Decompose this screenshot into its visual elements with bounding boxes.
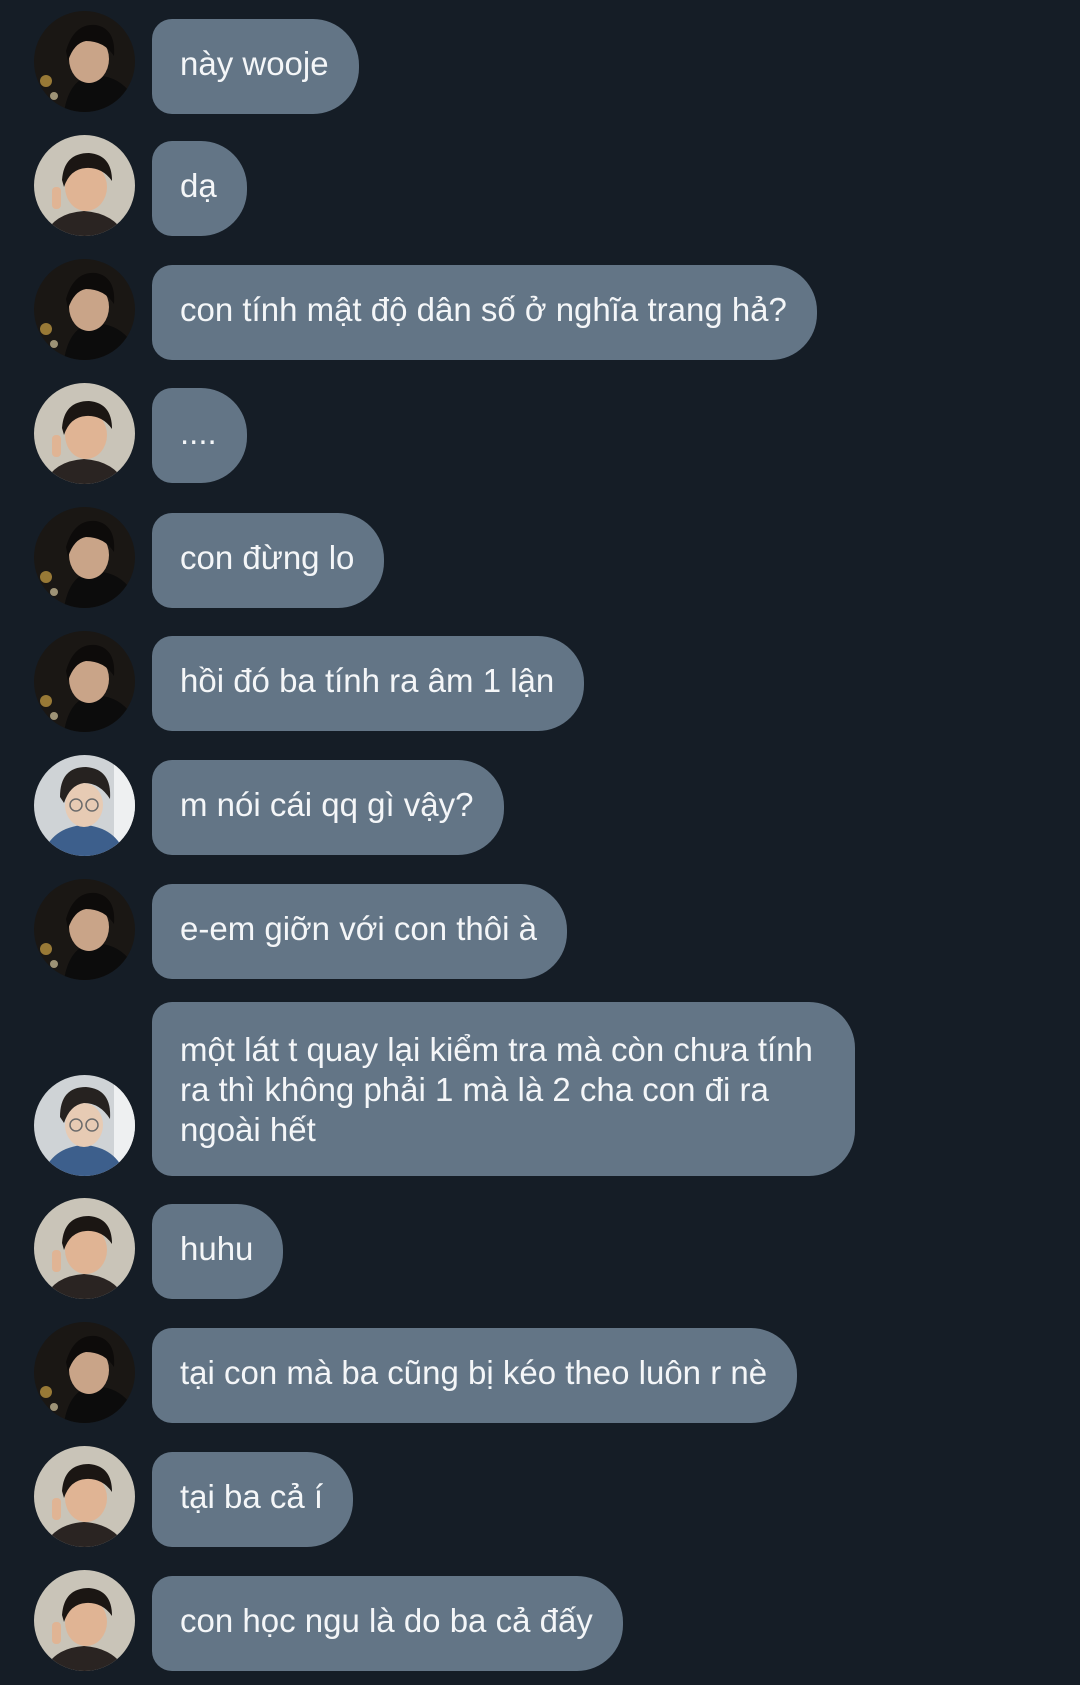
dad-avatar-icon[interactable] [34,259,135,360]
message-bubble[interactable]: .... [152,388,247,483]
message-bubble[interactable]: con đừng lo [152,513,385,608]
kid-avatar-icon[interactable] [34,1198,135,1299]
dad-avatar-icon[interactable] [34,1322,135,1423]
message-bubble[interactable]: m nói cái qq gì vậy? [152,760,504,855]
dad-avatar-icon[interactable] [34,879,135,980]
dad-avatar-icon[interactable] [34,507,135,608]
message-bubble[interactable]: này wooje [152,19,359,114]
message-bubble[interactable]: con tính mật độ dân số ở nghĩa trang hả? [152,265,817,360]
other-avatar-icon[interactable] [34,1075,135,1176]
message-bubble[interactable]: huhu [152,1204,284,1299]
other-avatar-icon[interactable] [34,755,135,856]
kid-avatar-icon[interactable] [34,383,135,484]
message-bubble[interactable]: e-em giỡn với con thôi à [152,884,567,979]
dad-avatar-icon[interactable] [34,11,135,112]
message-bubble[interactable]: tại con mà ba cũng bị kéo theo luôn r nè [152,1328,798,1423]
kid-avatar-icon[interactable] [34,1570,135,1671]
message-bubble[interactable]: con học ngu là do ba cả đấy [152,1576,623,1671]
message-bubble[interactable]: một lát t quay lại kiểm tra mà còn chưa … [152,1002,855,1176]
chat-thread: này wooje dạ con tính mật độ dân số ở ng… [0,0,1080,1685]
kid-avatar-icon[interactable] [34,135,135,236]
message-bubble[interactable]: tại ba cả í [152,1452,354,1547]
dad-avatar-icon[interactable] [34,631,135,732]
message-bubble[interactable]: hồi đó ba tính ra âm 1 lận [152,636,585,731]
kid-avatar-icon[interactable] [34,1446,135,1547]
message-bubble[interactable]: dạ [152,141,247,236]
